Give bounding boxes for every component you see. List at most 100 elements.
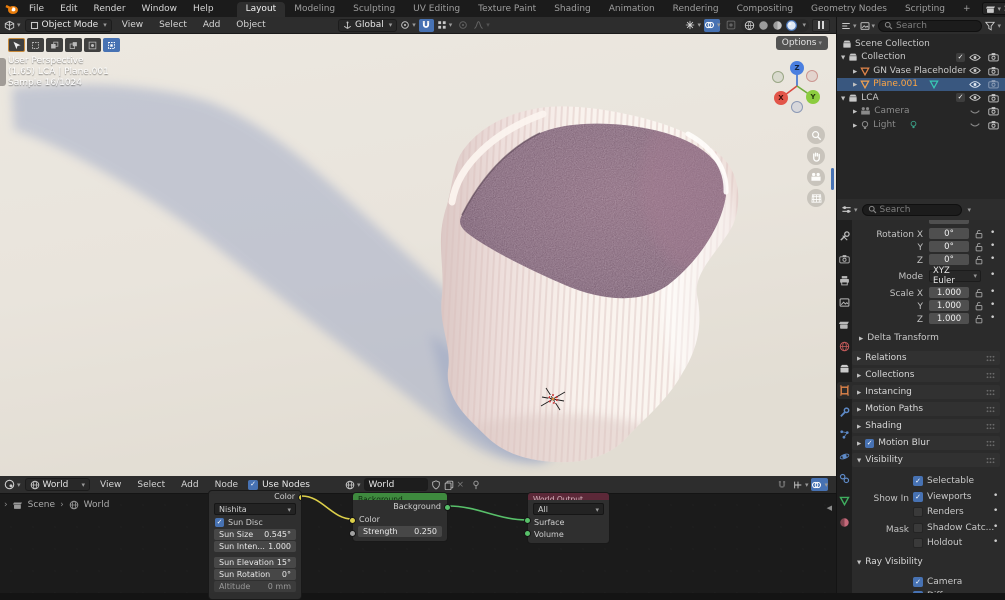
scale-x-field[interactable]: 1.000 [929,287,969,298]
mask-holdout-row[interactable]: Holdout [913,538,962,548]
mask-shadow-catcher-row[interactable]: Shadow Catc... [913,523,994,533]
node-overlays-button[interactable] [811,478,828,491]
lock-icon[interactable] [975,301,983,311]
world-datablock-field[interactable]: World [364,478,428,491]
tab-sculpting[interactable]: Sculpting [344,2,404,17]
animate-dot[interactable] [993,491,998,501]
tab-modifiers[interactable] [837,404,852,421]
fake-user-shield-icon[interactable] [431,480,441,490]
editor-type-icon[interactable] [4,20,21,31]
proportional-falloff-button[interactable] [473,19,490,32]
menu-render[interactable]: Render [87,4,133,14]
node-menu-view[interactable]: View [94,480,127,490]
tab-uv-editing[interactable]: UV Editing [404,2,469,17]
tab-object[interactable] [837,382,852,399]
viewports-checkbox[interactable] [913,492,923,502]
properties-editor-type-icon[interactable] [841,204,858,215]
gizmo-axis-neg-z[interactable] [791,101,803,113]
xray-toggle-button[interactable] [723,19,738,32]
ray-visibility-camera-row[interactable]: Camera [913,577,962,587]
tab-geometry-nodes[interactable]: Geometry Nodes [802,2,896,17]
animate-dot[interactable] [990,241,995,251]
scene-selector[interactable]: Scene [982,2,1005,15]
panel-relations[interactable]: Relations [852,351,1000,365]
shading-rendered-button[interactable] [786,20,797,31]
drag-handle-icon[interactable] [986,372,995,379]
panel-visibility[interactable]: Visibility [852,453,1000,467]
tab-world[interactable] [837,338,852,355]
shader-type-dropdown[interactable]: World [25,478,91,491]
background-node[interactable]: Background Background Color Strength0.25… [352,492,448,542]
lock-icon[interactable] [975,242,983,252]
disable-render-icon[interactable] [988,120,999,130]
motion-blur-checkbox[interactable] [865,439,874,448]
disable-render-icon[interactable] [988,79,999,89]
expand-icon[interactable] [841,52,845,62]
vp-menu-add[interactable]: Add [197,20,226,30]
gizmo-axis-z[interactable]: Z [790,61,804,75]
sun-intensity-field[interactable]: Sun Inten...1.000 [214,541,296,552]
expand-icon[interactable] [841,93,845,103]
properties-search[interactable] [862,204,962,216]
blender-logo-icon[interactable] [4,3,20,15]
properties-search-input[interactable] [880,205,956,215]
disable-render-icon[interactable] [988,66,999,76]
strength-input-socket[interactable] [349,530,356,537]
vp-menu-object[interactable]: Object [230,20,271,30]
panel-delta-transform[interactable]: Delta Transform [859,333,939,343]
sun-size-field[interactable]: Sun Size0.545° [214,529,296,540]
proportional-edit-button[interactable] [455,19,470,32]
select-mode-set-button[interactable] [27,38,44,52]
navigation-gizmo[interactable]: Z X Y [760,54,834,118]
pause-render-button[interactable] [812,19,830,32]
move-view-button[interactable] [807,147,825,165]
toolbar-collapsed-tab[interactable] [0,58,6,86]
animate-dot[interactable] [993,537,998,547]
shading-wireframe-button[interactable] [744,20,755,31]
selectable-checkbox[interactable] [913,476,923,486]
node-menu-select[interactable]: Select [131,480,171,490]
scene-browse-icon[interactable] [986,4,1002,14]
tab-animation[interactable]: Animation [600,2,664,17]
select-mode-extend-button[interactable] [46,38,63,52]
drag-handle-icon[interactable] [986,457,995,464]
use-nodes-checkbox[interactable] [248,480,258,490]
breadcrumb-world[interactable]: World [84,500,110,510]
viewport-scrollbar[interactable] [831,168,834,190]
add-workspace-button[interactable]: + [954,2,980,17]
scale-y-field[interactable]: 1.000 [929,300,969,311]
animate-dot[interactable] [993,522,998,532]
animate-dot[interactable] [990,270,995,280]
animate-dot[interactable] [993,506,998,516]
sun-elevation-field[interactable]: Sun Elevation15° [214,557,296,568]
expand-icon[interactable] [853,106,857,116]
snap-target-button[interactable] [437,19,453,32]
outliner-filter-icon[interactable] [985,21,1001,31]
sun-rotation-field[interactable]: Sun Rotation0° [214,569,296,580]
shading-solid-button[interactable] [758,20,769,31]
gizmo-axis-neg-x[interactable] [806,70,818,82]
lock-icon[interactable] [975,314,983,324]
select-mode-invert-button[interactable] [84,38,101,52]
node-menu-add[interactable]: Add [175,480,204,490]
expand-icon[interactable] [853,120,857,130]
drag-handle-icon[interactable] [986,355,995,362]
ray-camera-checkbox[interactable] [913,577,923,587]
output-target-dropdown[interactable]: All [533,503,604,515]
pin-icon[interactable] [471,480,481,490]
tab-scripting[interactable]: Scripting [896,2,954,17]
outliner-editor-type-icon[interactable] [841,21,857,31]
tab-layout[interactable]: Layout [237,2,286,17]
select-mode-subtract-button[interactable] [65,38,82,52]
panel-ray-visibility[interactable]: Ray Visibility [857,557,923,567]
hide-viewport-icon[interactable] [969,53,981,62]
shader-editor-type-icon[interactable] [4,479,21,490]
node-menu-node[interactable]: Node [209,480,245,490]
drag-handle-icon[interactable] [986,406,995,413]
color-output-socket[interactable] [298,494,302,501]
outliner-search-input[interactable] [896,21,976,31]
sun-disc-checkbox[interactable] [215,518,224,527]
hidden-viewport-icon[interactable] [969,107,981,116]
shading-options-chevron-icon[interactable] [800,20,806,30]
world-output-node[interactable]: World Output All Surface Volume [527,492,610,544]
